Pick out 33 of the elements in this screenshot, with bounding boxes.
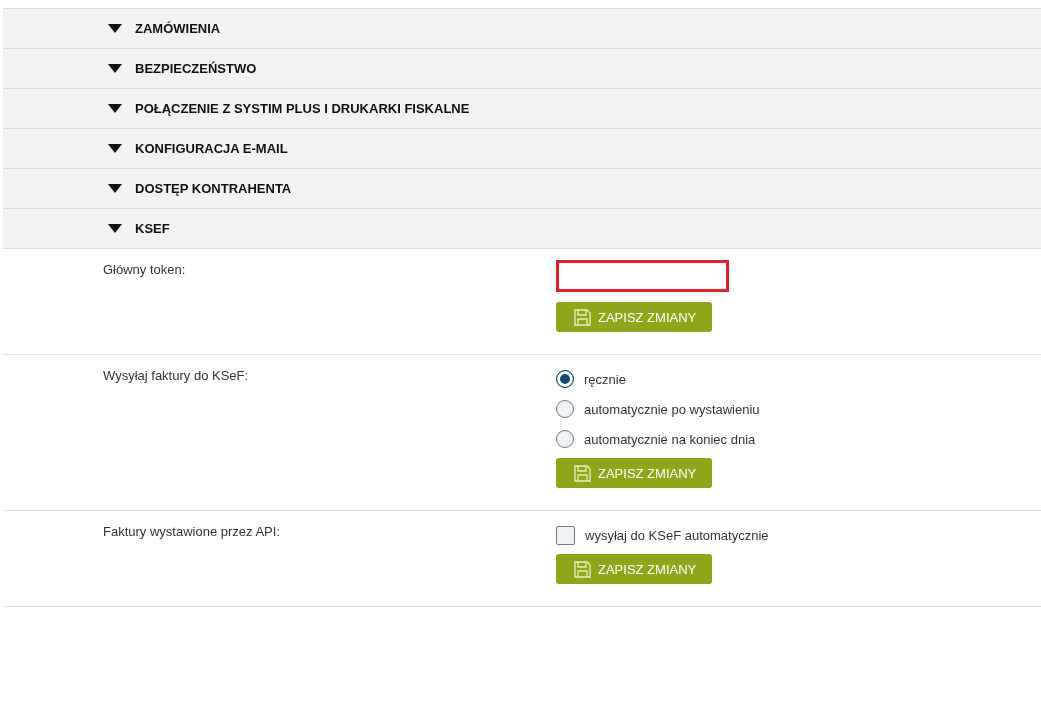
section-header[interactable]: DOSTĘP KONTRAHENTA [3, 168, 1041, 208]
radio-label: ręcznie [584, 371, 626, 387]
setting-label: Główny token: [102, 262, 187, 277]
radio-button[interactable] [556, 400, 574, 418]
radio-label: automatycznie po wystawieniu [584, 401, 760, 417]
setting-label: Wysyłaj faktury do KSeF: [102, 368, 250, 383]
setting-label: Faktury wystawione przez API: [102, 524, 281, 539]
caret-icon [108, 24, 122, 33]
caret-icon [108, 144, 122, 153]
caret-icon [108, 104, 122, 113]
section-title: ZAMÓWIENIA [135, 21, 221, 36]
section-title: KSEF [135, 221, 170, 236]
save-icon [574, 560, 591, 578]
radio-button[interactable] [556, 430, 574, 448]
section-header[interactable]: ZAMÓWIENIA [3, 8, 1041, 48]
save-icon [574, 308, 591, 326]
token-input-field[interactable] [556, 260, 729, 292]
section-header[interactable]: KONFIGURACJA E-MAIL [3, 128, 1041, 168]
radio-button[interactable] [556, 370, 574, 388]
caret-icon [108, 184, 122, 193]
section-title: POŁĄCZENIE Z SYSTIM PLUS I DRUKARKI FISKALNE [135, 101, 470, 116]
caret-icon [108, 224, 122, 233]
section-title: KONFIGURACJA E-MAIL [135, 141, 288, 156]
section-header[interactable]: POŁĄCZENIE Z SYSTIM PLUS I DRUKARKI FISKALNE [3, 88, 1041, 128]
checkbox[interactable] [556, 525, 575, 545]
caret-icon [108, 64, 122, 73]
checkbox-label: wysyłaj do KSeF automatycznie [585, 527, 769, 543]
section-header[interactable]: BEZPIECZEŃSTWO [3, 48, 1041, 88]
radio-label: automatycznie na koniec dnia [584, 431, 756, 447]
section-title: BEZPIECZEŃSTWO [135, 61, 257, 76]
section-header[interactable]: KSEF [3, 208, 1041, 248]
save-icon [574, 464, 591, 482]
section-title: DOSTĘP KONTRAHENTA [135, 181, 292, 196]
